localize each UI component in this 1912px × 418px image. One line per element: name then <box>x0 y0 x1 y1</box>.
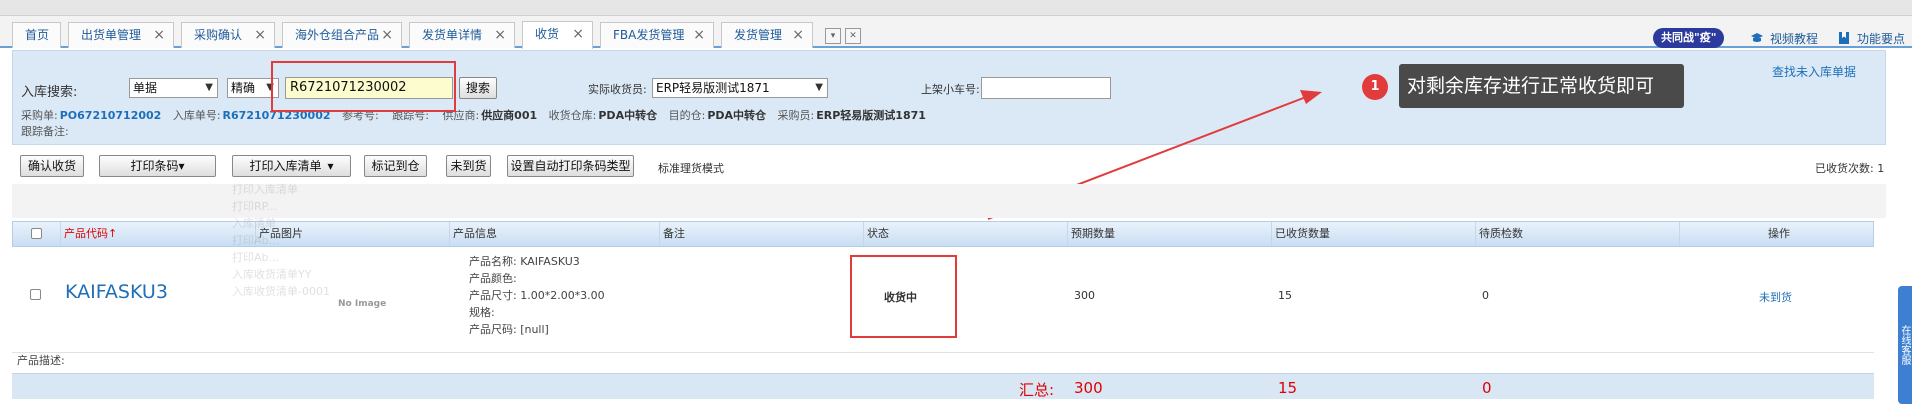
header-received-qty: 已收货数量 <box>1272 222 1476 246</box>
header-remark: 备注 <box>660 222 864 246</box>
row-received-qty: 15 <box>1278 289 1292 302</box>
sort-arrow-icon: ↑ <box>108 227 118 240</box>
summary-expected: 300 <box>1074 379 1103 397</box>
not-arrived-button[interactable]: 未到货 <box>446 155 491 177</box>
print-barcode-label: 打印条码 <box>130 159 179 173</box>
ghost-menu-item: 入库收货清单YY <box>232 268 312 281</box>
product-size: 产品尺码: [null] <box>469 323 549 336</box>
header-product-info: 产品信息 <box>450 222 660 246</box>
summary-pending-qc: 0 <box>1482 379 1492 397</box>
row-checkbox[interactable] <box>30 289 41 300</box>
ghost-menu-item: 打印Ab... <box>232 234 279 247</box>
product-dimensions: 产品尺寸: 1.00*2.00*3.00 <box>469 289 605 302</box>
ghost-menu-item: 打印RP... <box>232 200 278 213</box>
header-label: 产品代码 <box>64 227 108 240</box>
product-color: 产品颜色: <box>469 272 517 285</box>
online-support-tab[interactable]: 在线客服 <box>1898 286 1912 404</box>
ghost-menu-item: 打印Ab... <box>232 251 279 264</box>
product-name: 产品名称: KAIFASKU3 <box>469 255 580 268</box>
chevron-down-icon: ▾ <box>327 159 334 173</box>
print-barcode-button[interactable]: 打印条码▾ <box>99 155 216 177</box>
received-count: 已收货次数: 1 <box>1815 162 1885 175</box>
ghost-menu-item: 入库收货清单-0001 <box>232 285 330 298</box>
row-expected-qty: 300 <box>1074 289 1095 302</box>
product-description-label: 产品描述: <box>17 354 65 367</box>
product-spec: 规格: <box>469 306 495 319</box>
mark-arrived-button[interactable]: 标记到仓 <box>364 155 427 177</box>
chevron-down-icon: ▾ <box>178 159 185 173</box>
header-pending-qc: 待质检数 <box>1476 222 1680 246</box>
header-expected-qty: 预期数量 <box>1068 222 1272 246</box>
ghost-menu-item: 打印入库清单 <box>232 183 298 196</box>
print-inbound-list-button[interactable]: 打印入库清单 ▾ <box>232 155 351 177</box>
product-sku-link[interactable]: KAIFASKU3 <box>65 281 168 303</box>
ghost-menu-item: 入库清单 <box>232 217 276 230</box>
auto-print-type-button[interactable]: 设置自动打印条码类型 <box>507 155 634 177</box>
summary-row: 汇总: 300 15 0 <box>12 373 1874 399</box>
summary-received: 15 <box>1278 379 1298 397</box>
status-highlight-box <box>850 255 957 338</box>
select-all-checkbox[interactable] <box>31 228 42 239</box>
header-actions: 操作 <box>1768 227 1790 240</box>
header-status: 状态 <box>864 222 1068 246</box>
receiving-mode-label: 标准理货模式 <box>658 162 724 175</box>
row-pending-qc: 0 <box>1482 289 1489 302</box>
action-toolbar: 确认收货 打印条码▾ 打印入库清单 ▾ 标记到仓 未到货 设置自动打印条码类型 标… <box>12 153 1886 181</box>
header-product-code[interactable]: 产品代码↑ <box>61 222 256 246</box>
select-all-header <box>13 222 61 246</box>
summary-label: 汇总: <box>1019 381 1055 399</box>
row-not-arrived-link[interactable]: 未到货 <box>1759 289 1792 305</box>
print-dropdown-ghost: 打印入库清单 打印RP... 入库清单 打印Ab... 打印Ab... 入库收货… <box>232 181 350 326</box>
confirm-receive-button[interactable]: 确认收货 <box>20 155 84 177</box>
product-info: 产品名称: KAIFASKU3 产品颜色: 产品尺寸: 1.00*2.00*3.… <box>469 253 605 338</box>
print-inbound-list-label: 打印入库清单 <box>249 159 322 173</box>
